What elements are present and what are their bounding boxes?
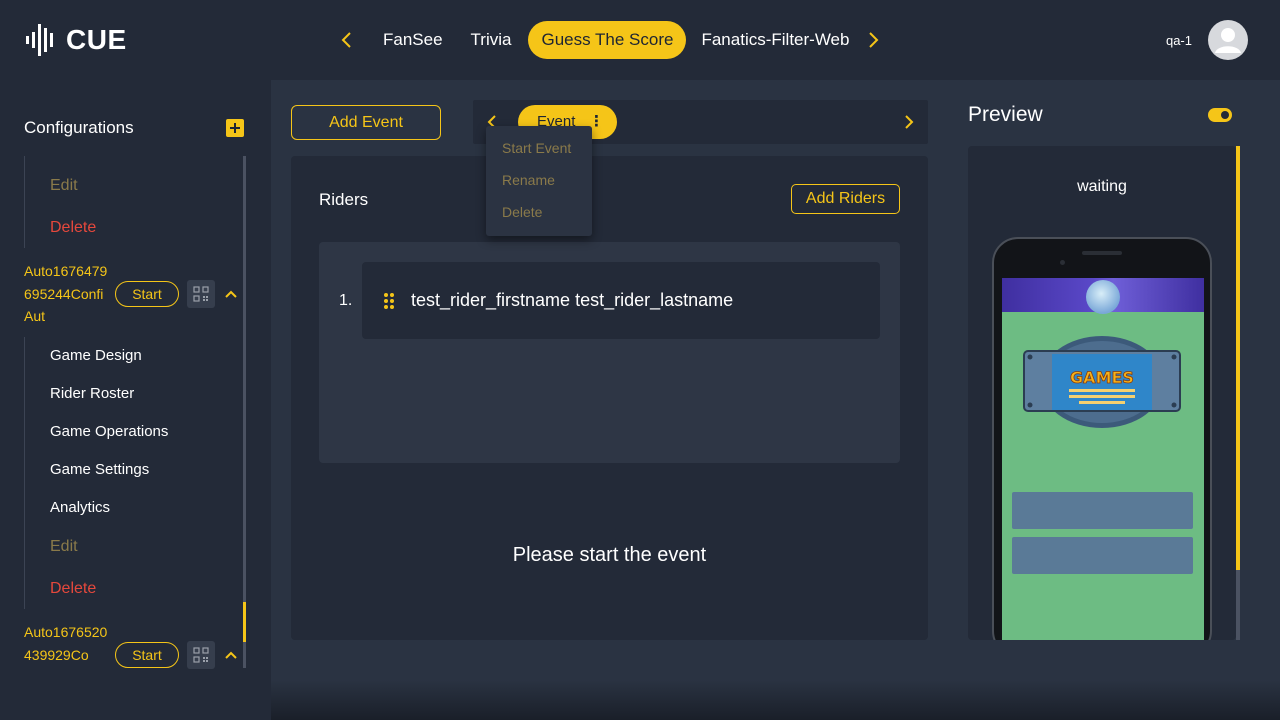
rider-name: test_rider_firstname test_rider_lastname: [411, 290, 734, 310]
app-logo[interactable]: CUE: [24, 22, 127, 58]
toggle-knob: [1221, 111, 1229, 119]
preview-panel: waiting GAMES: [968, 146, 1236, 640]
chevron-right-icon: [869, 32, 879, 48]
add-riders-button[interactable]: Add Riders: [791, 184, 900, 214]
config-start-button[interactable]: Start: [115, 642, 179, 668]
tree-line: [24, 337, 25, 609]
top-header: CUE FanSee Trivia Guess The Score Fanati…: [0, 0, 1280, 80]
config-start-button[interactable]: Start: [115, 281, 179, 307]
config-qr-button[interactable]: [187, 280, 215, 308]
sidebar-item-analytics[interactable]: Analytics: [50, 499, 110, 516]
tabs-next-button[interactable]: [862, 22, 886, 58]
sidebar-scrollbar-track[interactable]: [243, 156, 246, 668]
preview-scrollbar-thumb[interactable]: [1236, 146, 1240, 570]
menu-item-start-event[interactable]: Start Event: [502, 140, 571, 156]
chevron-up-icon: [225, 290, 237, 298]
riders-panel: Riders Add Riders 1. test_rider_firstnam…: [291, 156, 928, 640]
sidebar-scrollbar-thumb[interactable]: [243, 602, 246, 642]
answer-option-button[interactable]: [1012, 537, 1193, 574]
sidebar-item-game-settings[interactable]: Game Settings: [50, 461, 149, 478]
menu-item-rename[interactable]: Rename: [502, 172, 555, 188]
games-logo-text: GAMES: [1070, 368, 1134, 387]
sidebar-item-game-operations[interactable]: Game Operations: [50, 423, 168, 440]
user-icon: [1215, 28, 1241, 53]
preview-status: waiting: [1077, 178, 1127, 195]
preview-title: Preview: [968, 103, 1043, 126]
user-name: qa-1: [1165, 32, 1192, 48]
chevron-left-icon: [341, 32, 351, 48]
sidebar-delete-top[interactable]: Delete: [50, 219, 96, 237]
phone-screen: GAMES: [1002, 278, 1204, 640]
configurations-sidebar: Configurations Edit Delete Auto167647969…: [0, 80, 271, 720]
plus-icon: [230, 123, 240, 133]
tab-fansee[interactable]: FanSee: [370, 21, 456, 59]
riders-title: Riders: [319, 190, 369, 209]
config-collapse-button[interactable]: [223, 647, 239, 663]
preview-toggle[interactable]: [1208, 108, 1232, 122]
add-configuration-button[interactable]: [226, 119, 244, 137]
logo-text: CUE: [66, 24, 127, 55]
avatar[interactable]: [1208, 20, 1248, 60]
chevron-right-icon: [905, 115, 914, 129]
tabs-prev-button[interactable]: [334, 22, 358, 58]
qr-code-icon: [193, 647, 209, 663]
sidebar-item-delete[interactable]: Delete: [50, 580, 96, 598]
config-collapse-button[interactable]: [223, 286, 239, 302]
tab-guess-the-score[interactable]: Guess The Score: [528, 21, 687, 59]
list-item[interactable]: test_rider_firstname test_rider_lastname: [362, 262, 880, 339]
rider-number: 1.: [339, 292, 353, 309]
event-next-button[interactable]: [900, 112, 918, 132]
moon-image: [1086, 280, 1120, 314]
game-banner-image: [1002, 278, 1204, 314]
cue-logo-icon: [26, 24, 53, 56]
menu-item-delete[interactable]: Delete: [502, 204, 542, 220]
bottom-shadow: [271, 680, 1280, 720]
phone-speaker: [1082, 251, 1122, 255]
sidebar-item-rider-roster[interactable]: Rider Roster: [50, 385, 134, 402]
qr-code-icon: [193, 286, 209, 302]
tab-fanatics-filter-web[interactable]: Fanatics-Filter-Web: [688, 21, 862, 59]
drag-handle-icon[interactable]: [382, 292, 396, 310]
config-qr-button[interactable]: [187, 641, 215, 669]
chevron-up-icon: [225, 651, 237, 659]
games-logo-image: GAMES: [1023, 336, 1181, 428]
config-name[interactable]: Auto1676520439929Co: [24, 621, 110, 666]
add-event-button[interactable]: Add Event: [291, 105, 441, 140]
riders-list: 1. test_rider_firstname test_rider_lastn…: [319, 242, 900, 463]
tree-line: [24, 156, 25, 248]
app-tabs-nav: FanSee Trivia Guess The Score Fanatics-F…: [334, 21, 886, 59]
phone-mockup: GAMES: [992, 237, 1212, 640]
sidebar-title: Configurations: [24, 118, 134, 137]
sidebar-item-game-design[interactable]: Game Design: [50, 347, 142, 364]
user-menu[interactable]: qa-1: [1166, 20, 1248, 60]
answer-option-button[interactable]: [1012, 492, 1193, 529]
sidebar-edit-top[interactable]: Edit: [50, 177, 78, 195]
status-message: Please start the event: [512, 544, 707, 566]
sidebar-item-edit[interactable]: Edit: [50, 538, 78, 556]
tab-trivia[interactable]: Trivia: [458, 21, 525, 59]
config-name[interactable]: Auto1676479695244ConfiAut: [24, 260, 110, 328]
phone-camera: [1060, 260, 1065, 265]
event-options-menu: Start Event Rename Delete: [486, 126, 592, 236]
